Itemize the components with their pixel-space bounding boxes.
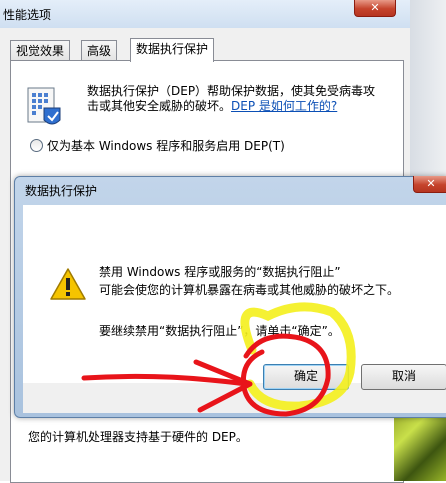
dep-description: 数据执行保护（DEP）帮助保护数据，使其免受病毒攻击或其他安全威胁的破坏。DEP… — [87, 84, 387, 114]
radio-label: 仅为基本 Windows 程序和服务启用 DEP(T) — [47, 139, 285, 153]
cancel-button[interactable]: 取消 — [361, 364, 446, 390]
radio-button[interactable] — [30, 139, 43, 152]
tab-advanced[interactable]: 高级 — [81, 40, 118, 61]
window-titlebar: 性能选项 ✕ — [0, 0, 410, 28]
window-close-button[interactable]: ✕ — [354, 0, 396, 17]
radio-option-essential[interactable]: 仅为基本 Windows 程序和服务启用 DEP(T) — [30, 138, 285, 154]
dialog-close-button[interactable]: ✕ — [413, 176, 446, 193]
tab-visual-effects[interactable]: 视觉效果 — [10, 40, 71, 61]
dialog-title: 数据执行保护 — [25, 184, 98, 198]
processor-support-text: 您的计算机处理器支持基于硬件的 DEP。 — [28, 430, 248, 444]
dialog-message: 禁用 Windows 程序或服务的“数据执行阻止” 可能会使您的计算机暴露在病毒… — [99, 263, 439, 299]
shield-document-icon — [27, 87, 61, 125]
dialog-message-line2: 可能会使您的计算机暴露在病毒或其他威胁的破坏之下。 — [99, 283, 400, 297]
tab-bar: 视觉效果 高级 数据执行保护 — [10, 38, 400, 62]
ok-button[interactable]: 确定 — [263, 364, 349, 390]
dialog-instruction: 要继续禁用“数据执行阻止”，请单击“确定”。 — [99, 324, 340, 338]
window-title: 性能选项 — [3, 8, 52, 22]
warning-icon — [50, 268, 86, 300]
tab-dep[interactable]: 数据执行保护 — [130, 38, 215, 62]
dialog-message-line1: 禁用 Windows 程序或服务的“数据执行阻止” — [99, 265, 341, 279]
dep-how-it-works-link[interactable]: DEP 是如何工作的? — [231, 99, 337, 113]
dep-confirmation-dialog: 数据执行保护 ✕ 禁用 Windows 程序或服务的“数据执行阻止” 可能会使您… — [14, 176, 446, 418]
